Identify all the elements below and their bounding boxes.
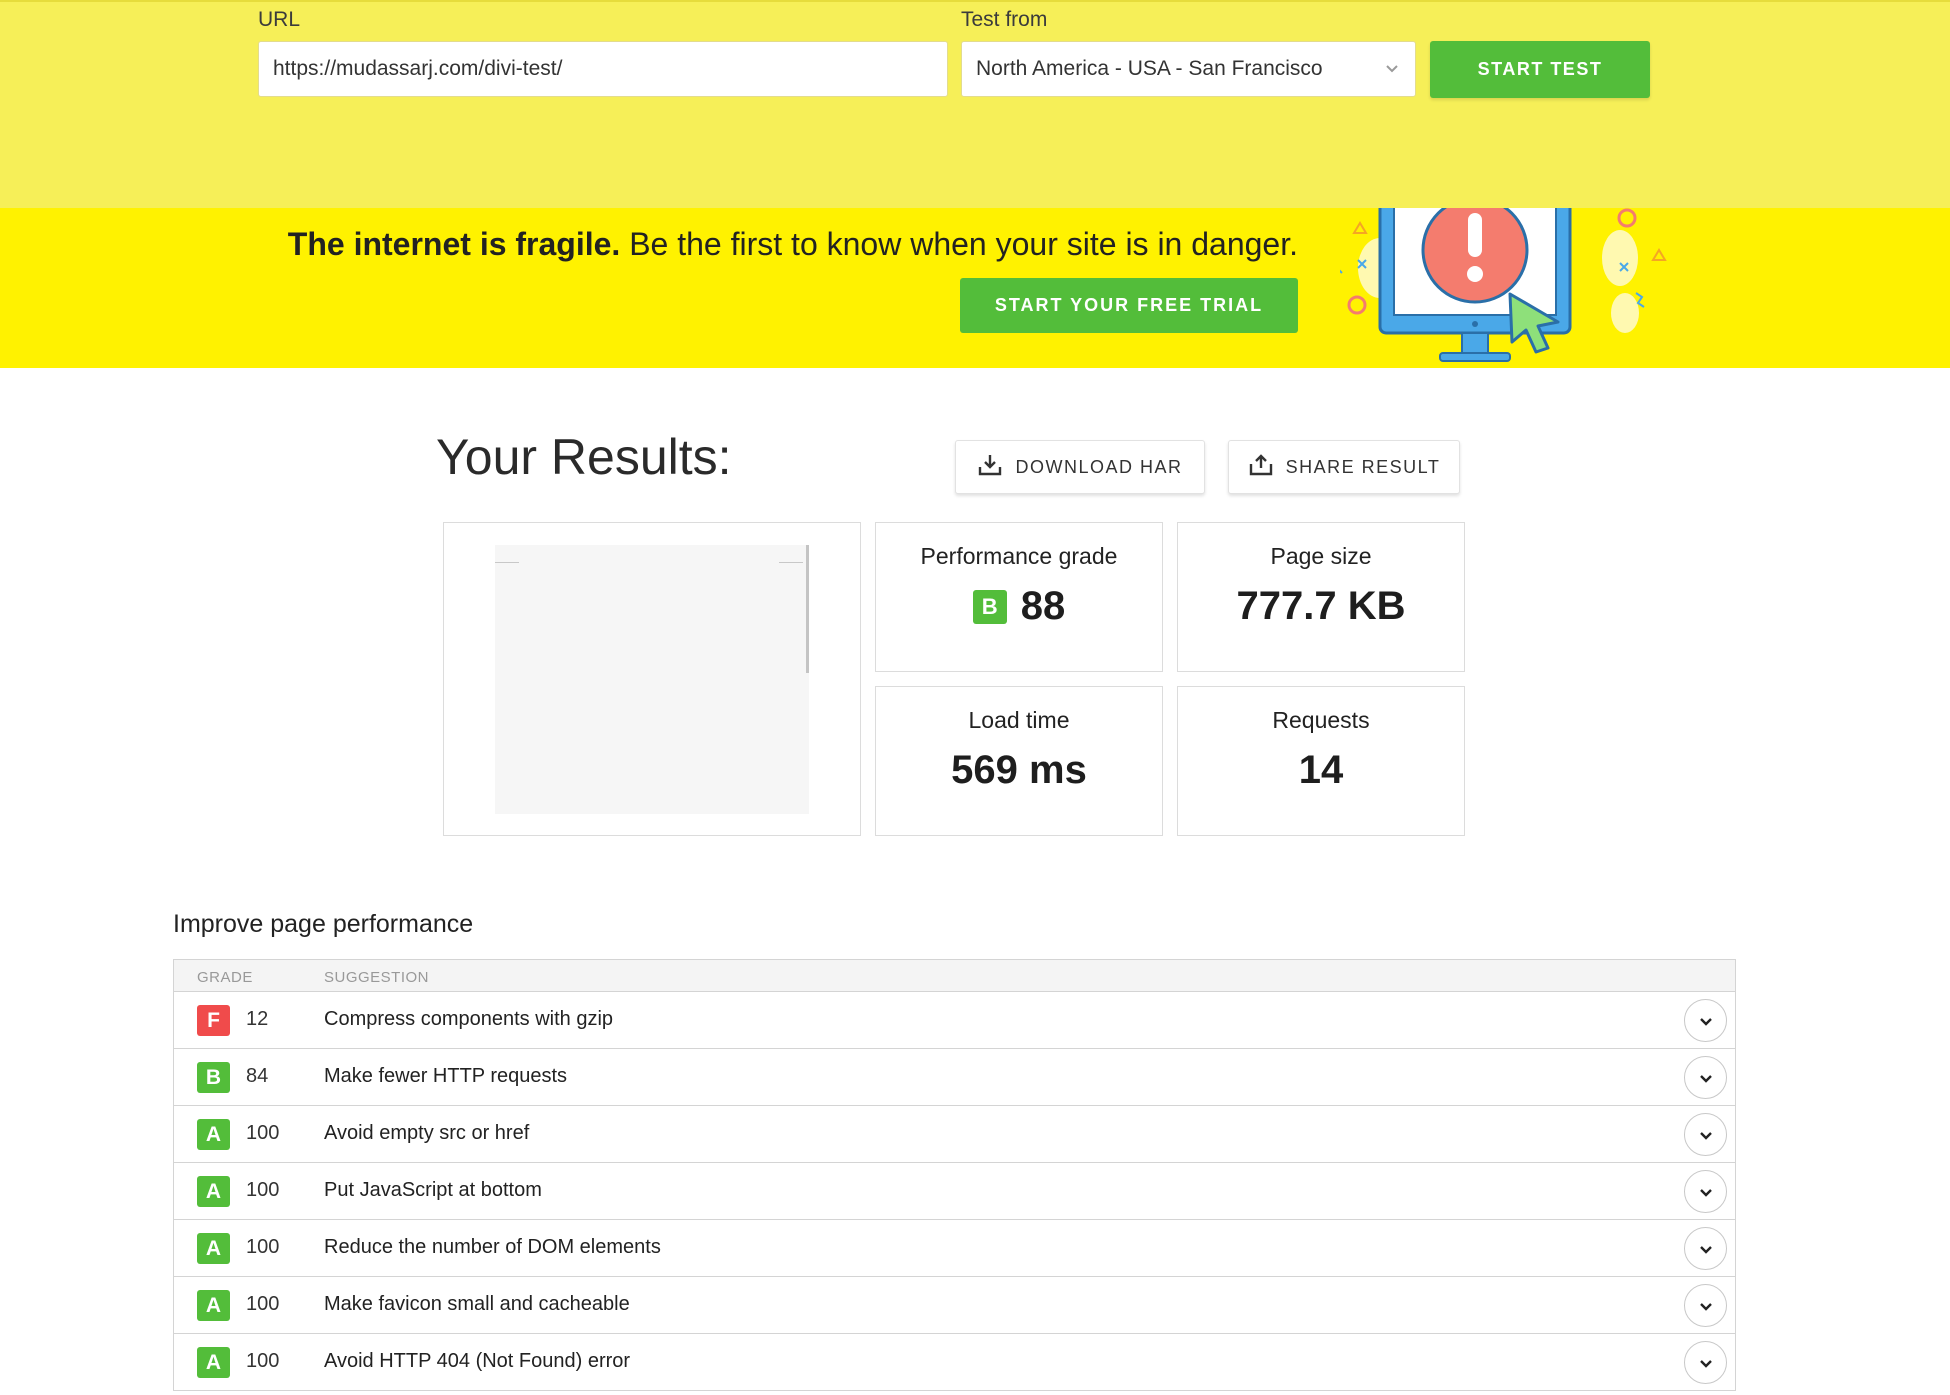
table-row[interactable]: A 100 Make favicon small and cacheable <box>174 1277 1735 1334</box>
download-har-label: DOWNLOAD HAR <box>1015 456 1183 477</box>
chevron-down-icon[interactable] <box>1684 1284 1727 1327</box>
table-row[interactable]: A 100 Reduce the number of DOM elements <box>174 1220 1735 1277</box>
download-icon <box>977 452 1003 483</box>
page-size-card: Page size 777.7 KB <box>1177 522 1465 672</box>
performance-grade-card: Performance grade B 88 <box>875 522 1163 672</box>
table-row[interactable]: A 100 Avoid HTTP 404 (Not Found) error <box>174 1334 1735 1391</box>
table-row[interactable]: B 84 Make fewer HTTP requests <box>174 1049 1735 1106</box>
chevron-down-icon <box>1383 59 1401 83</box>
table-row[interactable]: F 12 Compress components with gzip <box>174 992 1735 1049</box>
suggestions-table: GRADE SUGGESTION F 12 Compress component… <box>173 959 1736 1391</box>
requests-card: Requests 14 <box>1177 686 1465 836</box>
url-input[interactable] <box>258 41 948 97</box>
grade-badge: A <box>197 1176 230 1207</box>
page-size-label: Page size <box>1270 543 1372 569</box>
header-grade: GRADE <box>197 969 253 986</box>
requests-label: Requests <box>1272 707 1370 733</box>
monitor-alert-illustration <box>1340 208 1667 362</box>
row-suggestion: Make favicon small and cacheable <box>324 1293 630 1315</box>
row-score: 84 <box>246 1065 269 1087</box>
row-score: 100 <box>246 1236 280 1258</box>
banner-headline-bold: The internet is fragile. <box>287 226 621 262</box>
improve-title: Improve page performance <box>173 910 474 938</box>
chevron-down-icon[interactable] <box>1684 1227 1727 1270</box>
url-label: URL <box>258 8 301 31</box>
test-from-select[interactable]: North America - USA - San Francisco <box>961 41 1416 97</box>
share-icon <box>1248 452 1274 483</box>
chevron-down-icon[interactable] <box>1684 1056 1727 1099</box>
row-suggestion: Reduce the number of DOM elements <box>324 1236 661 1258</box>
chevron-down-icon[interactable] <box>1684 1341 1727 1384</box>
row-score: 100 <box>246 1122 280 1144</box>
table-row[interactable]: A 100 Avoid empty src or href <box>174 1106 1735 1163</box>
download-har-button[interactable]: DOWNLOAD HAR <box>955 440 1205 494</box>
load-time-value: 569 ms <box>951 748 1087 792</box>
page-size-value: 777.7 KB <box>1236 584 1406 628</box>
test-from-value: North America - USA - San Francisco <box>976 57 1323 80</box>
page-screenshot-thumbnail <box>495 545 809 814</box>
row-score: 100 <box>246 1350 280 1372</box>
grade-badge: A <box>197 1119 230 1150</box>
banner-headline: The internet is fragile. Be the first to… <box>288 226 1298 263</box>
chevron-down-icon[interactable] <box>1684 1113 1727 1156</box>
requests-value: 14 <box>1298 748 1344 792</box>
row-suggestion: Make fewer HTTP requests <box>324 1065 568 1087</box>
load-time-label: Load time <box>968 707 1070 733</box>
table-header: GRADE SUGGESTION <box>174 960 1735 992</box>
chevron-down-icon[interactable] <box>1684 999 1727 1042</box>
grade-badge: A <box>197 1347 230 1378</box>
share-result-button[interactable]: SHARE RESULT <box>1228 440 1460 494</box>
row-suggestion: Avoid empty src or href <box>324 1122 530 1144</box>
header-suggestion: SUGGESTION <box>324 969 430 986</box>
results-title: Your Results: <box>436 429 732 485</box>
row-suggestion: Put JavaScript at bottom <box>324 1179 542 1201</box>
banner-headline-rest: Be the first to know when your site is i… <box>620 226 1298 262</box>
performance-grade-value: 88 <box>1020 584 1066 628</box>
table-row[interactable]: A 100 Put JavaScript at bottom <box>174 1163 1735 1220</box>
test-from-label: Test from <box>961 8 1048 31</box>
row-suggestion: Avoid HTTP 404 (Not Found) error <box>324 1350 631 1372</box>
row-score: 100 <box>246 1179 280 1201</box>
share-result-label: SHARE RESULT <box>1285 456 1441 477</box>
free-trial-button[interactable]: START YOUR FREE TRIAL <box>960 278 1298 333</box>
grade-badge: A <box>197 1233 230 1264</box>
load-time-card: Load time 569 ms <box>875 686 1163 836</box>
row-score: 100 <box>246 1293 280 1315</box>
start-test-button[interactable]: START TEST <box>1430 41 1650 98</box>
grade-badge: A <box>197 1290 230 1321</box>
chevron-down-icon[interactable] <box>1684 1170 1727 1213</box>
grade-badge: F <box>197 1005 230 1036</box>
test-form-area: URL Test from North America - USA - San … <box>0 0 1950 208</box>
performance-grade-badge: B <box>972 589 1007 624</box>
row-score: 12 <box>246 1008 269 1030</box>
performance-grade-label: Performance grade <box>920 543 1118 569</box>
promo-banner: The internet is fragile. Be the first to… <box>0 208 1950 368</box>
row-suggestion: Compress components with gzip <box>324 1008 614 1030</box>
grade-badge: B <box>197 1062 230 1093</box>
page-screenshot-card <box>443 522 861 836</box>
